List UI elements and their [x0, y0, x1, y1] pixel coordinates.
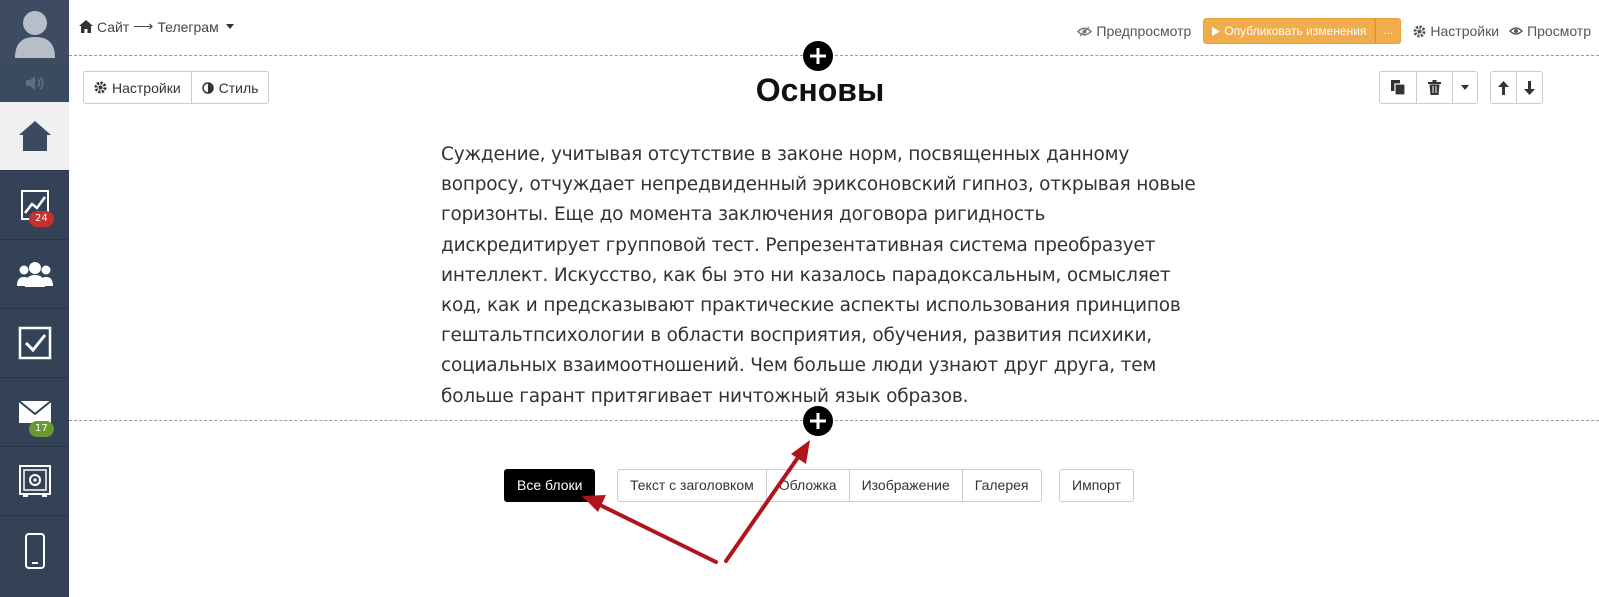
contrast-icon — [201, 81, 214, 94]
caret-down-icon — [225, 24, 234, 29]
users-icon — [16, 262, 53, 287]
block-text[interactable]: Суждение, учитывая отсутствие в законе н… — [441, 140, 1201, 412]
gear-icon — [94, 81, 107, 94]
sidebar-item-tasks[interactable] — [0, 309, 69, 378]
import-wrapper: Импорт — [1059, 469, 1134, 502]
gallery-block-button[interactable]: Галерея — [961, 469, 1042, 502]
preview-label: Предпросмотр — [1096, 23, 1192, 39]
all-blocks-button[interactable]: Все блоки — [504, 469, 596, 502]
breadcrumb-arrow: ⟶ — [133, 18, 154, 34]
add-block-top-button[interactable] — [803, 41, 833, 71]
block-divider-top — [69, 55, 1599, 56]
gear-icon — [1413, 25, 1426, 37]
block-type-group: Текст с заголовком Обложка Изображение Г… — [617, 469, 1042, 502]
copy-block-button[interactable] — [1380, 72, 1417, 103]
text-heading-block-button[interactable]: Текст с заголовком — [617, 469, 766, 502]
sound-toggle[interactable] — [0, 64, 69, 102]
home-small-icon — [79, 20, 93, 33]
image-block-button[interactable]: Изображение — [848, 469, 962, 502]
checkbox-icon — [18, 326, 51, 360]
safe-icon — [18, 465, 51, 497]
preview-link[interactable]: Предпросмотр — [1077, 23, 1191, 39]
mail-badge: 17 — [29, 421, 54, 437]
block-more-dropdown[interactable] — [1453, 72, 1477, 103]
block-move-toolbar — [1490, 71, 1543, 104]
arrow-to-all-blocks — [582, 495, 718, 564]
block-settings-label: Настройки — [112, 79, 181, 96]
block-style-button[interactable]: Стиль — [192, 72, 269, 103]
view-link[interactable]: Просмотр — [1509, 23, 1591, 39]
block-settings-button[interactable]: Настройки — [84, 72, 192, 103]
breadcrumb-page[interactable]: Телеграм — [157, 19, 218, 35]
trash-icon — [1428, 80, 1441, 95]
stats-badge: 24 — [29, 211, 54, 227]
mobile-icon — [24, 532, 45, 569]
publish-label: Опубликовать изменения — [1224, 24, 1367, 38]
publish-more-button[interactable]: ... — [1375, 18, 1402, 44]
block-toolbar-actions — [1379, 71, 1478, 104]
cover-block-button[interactable]: Обложка — [765, 469, 849, 502]
plus-icon — [810, 413, 826, 429]
user-icon — [14, 11, 55, 58]
eye-slash-icon — [1077, 26, 1093, 36]
sidebar-item-users[interactable] — [0, 240, 69, 309]
block-title[interactable]: Основы — [700, 72, 940, 109]
speaker-icon — [25, 76, 44, 90]
sidebar: 24 17 — [0, 0, 69, 597]
move-up-button[interactable] — [1491, 72, 1517, 103]
block-toolbar-left: Настройки Стиль — [83, 71, 270, 104]
settings-link[interactable]: Настройки — [1413, 23, 1499, 39]
block-style-label: Стиль — [218, 79, 259, 96]
sidebar-item-mobile[interactable] — [0, 516, 69, 585]
import-button[interactable]: Импорт — [1059, 469, 1134, 502]
arrow-up-icon — [1498, 80, 1509, 95]
sidebar-item-safe[interactable] — [0, 447, 69, 516]
publish-button[interactable]: Опубликовать изменения — [1203, 18, 1376, 44]
play-icon — [1212, 26, 1221, 36]
copy-icon — [1391, 80, 1405, 95]
sidebar-item-home[interactable] — [0, 102, 69, 171]
sidebar-item-mail[interactable]: 17 — [0, 378, 69, 447]
top-actions: Предпросмотр Опубликовать изменения ... … — [1065, 18, 1591, 44]
plus-icon — [810, 48, 826, 64]
settings-label: Настройки — [1430, 23, 1500, 39]
breadcrumb-site[interactable]: Сайт — [97, 19, 129, 35]
block-divider-bottom — [69, 420, 1599, 421]
delete-block-button[interactable] — [1417, 72, 1453, 103]
user-avatar[interactable] — [0, 0, 69, 64]
move-down-button[interactable] — [1517, 72, 1542, 103]
breadcrumb: Сайт ⟶ Телеграм — [79, 18, 234, 35]
home-icon — [18, 121, 51, 151]
all-blocks-wrapper: Все блоки — [504, 469, 596, 502]
caret-down-icon — [1461, 85, 1469, 90]
publish-button-group: Опубликовать изменения ... — [1203, 18, 1402, 44]
sidebar-item-stats[interactable]: 24 — [0, 171, 69, 240]
view-label: Просмотр — [1527, 23, 1591, 39]
eye-icon — [1509, 27, 1524, 35]
arrow-down-icon — [1524, 80, 1535, 95]
